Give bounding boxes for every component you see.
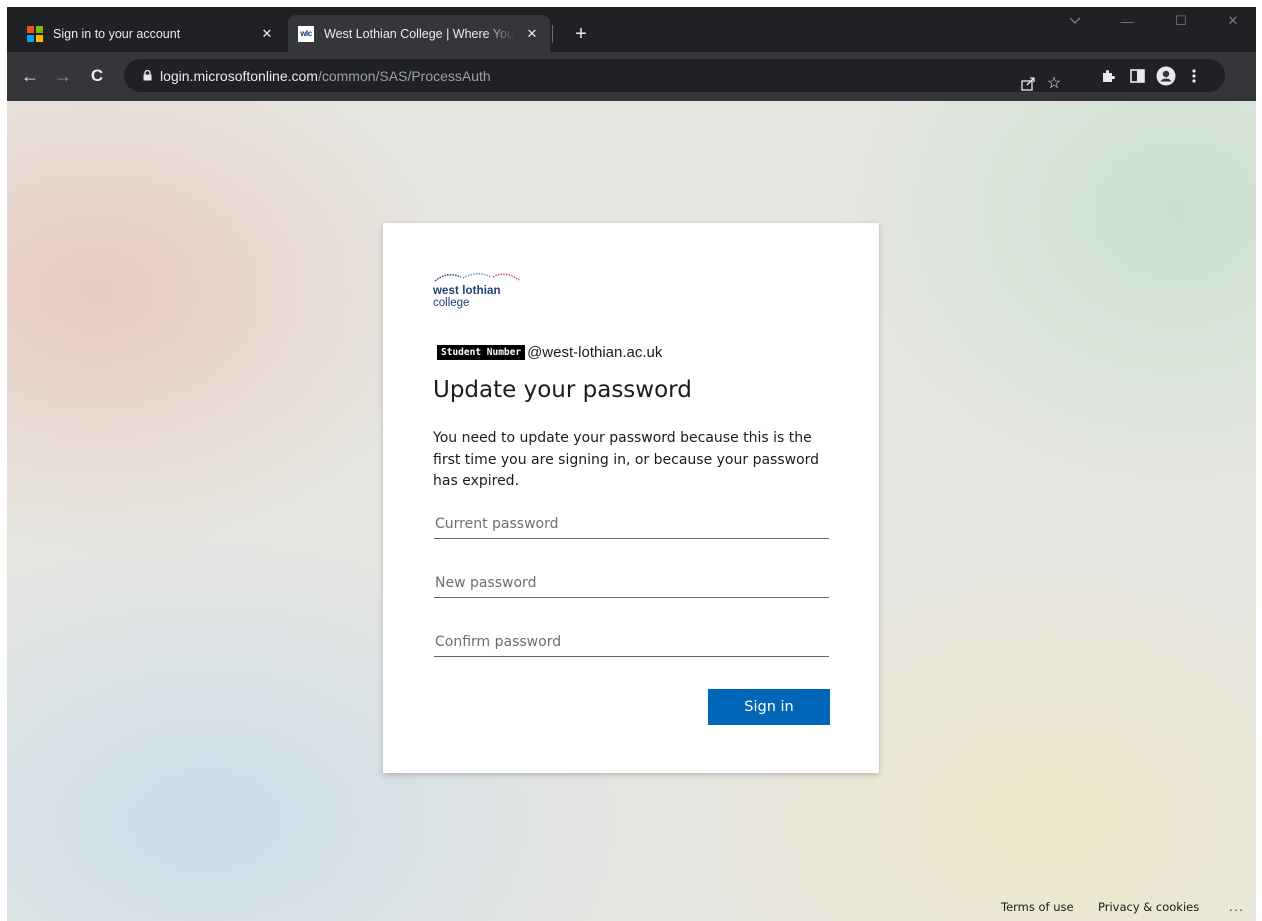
browser-chrome: Sign in to your account ✕ wlc West Lothi… <box>7 7 1256 101</box>
tab-close-icon[interactable]: ✕ <box>522 24 542 44</box>
tab-sign-in[interactable]: Sign in to your account ✕ <box>17 15 285 52</box>
logo-arc-graphic <box>434 273 520 282</box>
browser-toolbar: ← → C login.microsoftonline.com/common/S… <box>7 52 1256 101</box>
menu-icon[interactable] <box>1183 64 1205 88</box>
redacted-student-number: Student Number <box>437 344 526 360</box>
url-text[interactable]: login.microsoftonline.com/common/SAS/Pro… <box>160 68 491 84</box>
password-update-card: west lothian college Student Number @wes… <box>383 223 879 773</box>
tab-close-icon[interactable]: ✕ <box>257 24 277 44</box>
minimize-icon[interactable]: — <box>1109 10 1145 32</box>
tab-title: Sign in to your account <box>53 26 181 41</box>
privacy-cookies-link[interactable]: Privacy & cookies <box>1098 900 1199 914</box>
account-domain: @west-lothian.ac.uk <box>527 343 663 361</box>
window-close-icon[interactable]: ✕ <box>1215 10 1251 32</box>
reload-icon[interactable]: C <box>85 64 109 88</box>
college-logo: west lothian college <box>433 271 533 315</box>
side-panel-icon[interactable] <box>1126 64 1148 88</box>
sign-in-button[interactable]: Sign in <box>708 689 830 725</box>
tab-title: West Lothian College | Where You <box>324 26 514 41</box>
tab-separator <box>552 25 553 43</box>
microsoft-logo-icon <box>27 25 43 42</box>
wlc-favicon-icon: wlc <box>298 25 314 42</box>
profile-icon[interactable] <box>1155 64 1177 88</box>
forward-icon[interactable]: → <box>51 64 75 88</box>
share-icon[interactable] <box>1017 71 1039 95</box>
sign-in-page: west lothian college Student Number @wes… <box>7 101 1256 921</box>
lock-icon <box>143 70 152 81</box>
confirm-password-field[interactable] <box>434 627 829 657</box>
url-host: login.microsoftonline.com <box>160 68 318 84</box>
more-options-icon[interactable]: ... <box>1229 900 1244 914</box>
logo-text-line1: west lothian <box>433 285 501 297</box>
current-password-field[interactable] <box>434 509 829 539</box>
tab-west-lothian-college[interactable]: wlc West Lothian College | Where You ✕ <box>288 15 550 52</box>
account-identity: Student Number @west-lothian.ac.uk <box>437 343 662 361</box>
new-password-field[interactable] <box>434 568 829 598</box>
terms-of-use-link[interactable]: Terms of use <box>1001 900 1074 914</box>
bookmark-star-icon[interactable]: ☆ <box>1043 71 1065 95</box>
logo-text-line2: college <box>433 297 470 309</box>
maximize-icon[interactable]: ☐ <box>1163 10 1199 32</box>
new-tab-icon[interactable]: + <box>567 20 595 48</box>
url-path: /common/SAS/ProcessAuth <box>317 68 491 84</box>
update-password-description: You need to update your password because… <box>433 430 820 489</box>
tab-search-icon[interactable] <box>1057 10 1093 32</box>
address-bar[interactable]: login.microsoftonline.com/common/SAS/Pro… <box>124 59 1225 92</box>
tab-strip: Sign in to your account ✕ wlc West Lothi… <box>7 7 1256 52</box>
back-icon[interactable]: ← <box>18 64 42 88</box>
page-title: Update your password <box>433 377 692 403</box>
extensions-icon[interactable] <box>1097 64 1119 88</box>
